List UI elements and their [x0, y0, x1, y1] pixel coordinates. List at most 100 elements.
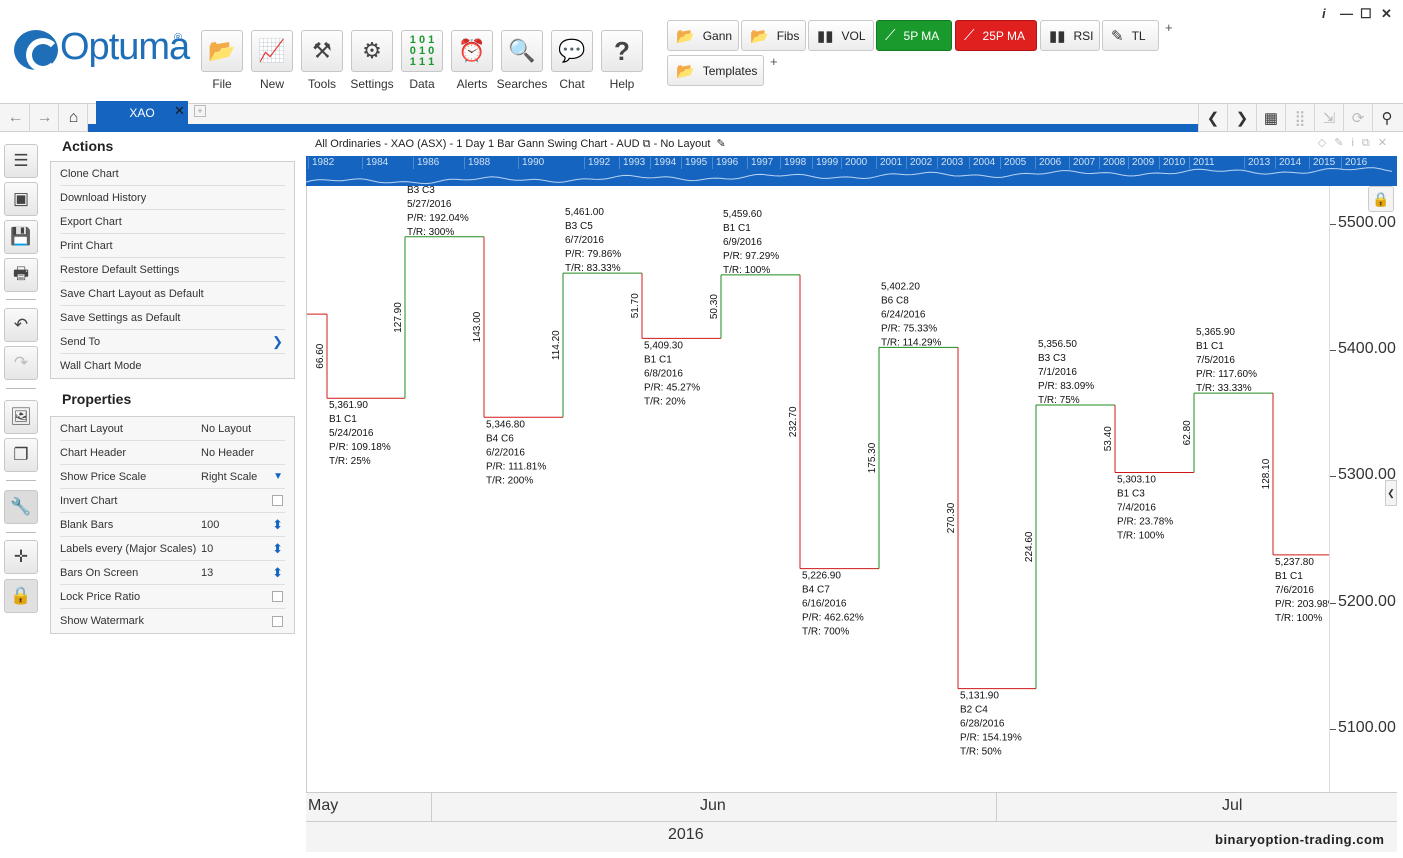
vol-button[interactable]: ▮▮ VOL — [808, 20, 874, 51]
property-row[interactable]: Invert Chart — [60, 489, 285, 513]
property-row[interactable]: Blank Bars 100 ⬍ — [60, 513, 285, 537]
spinner-icon[interactable]: ⬍ — [272, 517, 283, 533]
templates-button[interactable]: 📂 Templates — [667, 55, 764, 86]
gann-label: Gann — [702, 28, 733, 43]
toolbar-help-button[interactable]: ? Help — [600, 30, 644, 91]
tree-list-icon[interactable]: ☰ — [4, 144, 38, 178]
expand-panel-icon[interactable]: ❮ — [1385, 480, 1397, 506]
action-item[interactable]: Export Chart — [60, 210, 285, 234]
time-axis[interactable]: May Jun Jul — [306, 792, 1397, 823]
25p-ma-label: 25P MA — [982, 28, 1025, 43]
property-row[interactable]: Show Watermark — [60, 609, 285, 633]
logo-text: Optuma — [60, 26, 190, 68]
info-icon[interactable]: i — [1322, 6, 1326, 21]
edit-pen-icon[interactable]: ✎ — [716, 138, 725, 150]
swing-annotation: 7/5/2016 — [1196, 355, 1235, 366]
swing-annotation: 6/2/2016 — [486, 447, 525, 458]
refresh-icon[interactable]: ⟳ — [1343, 104, 1372, 132]
toolbar-alerts-button[interactable]: ⏰ Alerts — [450, 30, 494, 91]
move-label: 128.10 — [1261, 458, 1272, 489]
checkbox[interactable] — [272, 495, 283, 506]
chart-manager-icon[interactable]: ▣ — [4, 182, 38, 216]
checkbox[interactable] — [272, 615, 283, 627]
detach-icon[interactable]: ⧉ — [643, 138, 651, 150]
toolbar-data-button[interactable]: 1 0 1 0 1 0 1 1 1 Data — [400, 30, 444, 91]
add-button-icon[interactable]: + — [1165, 20, 1173, 35]
toolbar-settings-button[interactable]: ⚙ Settings — [350, 30, 394, 91]
action-item[interactable]: Restore Default Settings — [60, 258, 285, 282]
toolbar-searches-button[interactable]: 🔍 Searches — [497, 30, 547, 91]
5p-ma-button[interactable]: ⟋ 5P MA — [876, 20, 952, 51]
toolbar-new-button[interactable]: 📈 New — [250, 30, 294, 91]
multi-chart-icon[interactable]: ❐ — [4, 438, 38, 472]
redo-icon[interactable]: ↷ — [4, 346, 38, 380]
price-tick — [1330, 728, 1336, 730]
action-item[interactable]: Save Chart Layout as Default — [60, 282, 285, 306]
month-label: May — [308, 797, 339, 814]
toolbar-file-button[interactable]: 📂 File — [200, 30, 244, 91]
toolbar-tools-button[interactable]: ⚒ Tools — [300, 30, 344, 91]
chart-title: All Ordinaries - XAO (ASX) - 1 Day 1 Bar… — [315, 137, 726, 151]
checkbox[interactable] — [272, 591, 283, 602]
save-icon[interactable]: 💾 — [4, 220, 38, 254]
close-icon[interactable]: ✕ — [1381, 6, 1392, 22]
property-row[interactable]: Chart Layout No Layout — [60, 417, 285, 441]
action-item[interactable]: Download History — [60, 186, 285, 210]
action-item[interactable]: Save Settings as Default — [60, 306, 285, 330]
lock-icon[interactable]: 🔒 — [4, 579, 38, 613]
action-item[interactable]: Send To ❯ — [60, 330, 285, 354]
toolbar-chat-button[interactable]: 💬 Chat — [550, 30, 594, 91]
picture-chart-icon[interactable]: 🖼 — [4, 400, 38, 434]
property-label: Bars On Screen — [60, 566, 139, 579]
property-row[interactable]: Lock Price Ratio — [60, 585, 285, 609]
home-icon[interactable]: ⌂ — [60, 104, 88, 132]
swing-annotation: P/R: 23.78% — [1117, 516, 1173, 527]
tl-button[interactable]: ✎ TL — [1102, 20, 1159, 51]
minimize-icon[interactable]: — — [1340, 6, 1353, 21]
crosshair-icon[interactable]: ✛ — [4, 540, 38, 574]
tools-icon: ⚒ — [301, 30, 343, 72]
25p-ma-button[interactable]: ⟋ 25P MA — [955, 20, 1037, 51]
swing-annotation: 5/27/2016 — [407, 199, 452, 210]
spinner-icon[interactable]: ⬍ — [272, 565, 283, 581]
add-template-icon[interactable]: + — [770, 54, 778, 69]
action-item[interactable]: Clone Chart — [60, 162, 285, 186]
toolbar-label: Searches — [496, 77, 548, 91]
new-tab-icon[interactable]: + — [194, 105, 206, 117]
action-item-label: Wall Chart Mode — [60, 360, 142, 372]
chevron-down-icon[interactable]: ▼ — [273, 471, 283, 482]
property-label: Blank Bars — [60, 518, 114, 531]
tab-close-icon[interactable]: ✕ — [174, 103, 185, 119]
overview-strip[interactable]: 1982 1984 1986 1988 1990 1992 1993 1994 1995 1996… — [306, 156, 1397, 186]
plot-area[interactable]: 66.60 5,361.90 B1 C1 5/24/2016 P/R: 109.18% T… — [306, 171, 1337, 792]
maximize-icon[interactable]: ☐ — [1360, 6, 1372, 22]
lock-scale-icon[interactable]: 🔒 — [1368, 186, 1394, 212]
forward-arrow-icon[interactable]: → — [31, 104, 59, 132]
action-item[interactable]: Print Chart — [60, 234, 285, 258]
layout-icon[interactable]: ▦ — [1256, 104, 1285, 132]
property-row[interactable]: Bars On Screen 13 ⬍ — [60, 561, 285, 585]
property-label: Show Price Scale — [60, 470, 147, 483]
wrench-icon[interactable]: 🔧 — [4, 490, 38, 524]
gann-button[interactable]: 📂 Gann — [667, 20, 739, 51]
scroll-left-icon[interactable]: ❮ — [1198, 104, 1227, 132]
action-item[interactable]: Wall Chart Mode — [60, 354, 285, 378]
property-row[interactable]: Labels every (Major Scales) 10 ⬍ — [60, 537, 285, 561]
chart-window-icons[interactable]: ◇✎i⧉✕ — [1318, 136, 1395, 150]
fibs-button[interactable]: 📂 Fibs — [741, 20, 806, 51]
back-arrow-icon[interactable]: ← — [2, 104, 30, 132]
swing-annotation: 5,459.60 — [723, 209, 762, 220]
swing-annotation: 5,356.50 — [1038, 339, 1077, 350]
rsi-button[interactable]: ▮▮ RSI — [1040, 20, 1100, 51]
scroll-right-icon[interactable]: ❯ — [1227, 104, 1256, 132]
search-icon[interactable]: ⚲ — [1372, 104, 1401, 132]
property-row[interactable]: Show Price Scale Right Scale ▼ — [60, 465, 285, 489]
undo-icon[interactable]: ↶ — [4, 308, 38, 342]
spinner-icon[interactable]: ⬍ — [272, 541, 283, 557]
property-row[interactable]: Chart Header No Header — [60, 441, 285, 465]
action-item-label: Download History — [60, 191, 147, 204]
print-icon[interactable]: 🖶 — [4, 258, 38, 292]
export-icon[interactable]: ⇲ — [1314, 104, 1343, 132]
grid-icon[interactable]: ⣿ — [1285, 104, 1314, 132]
bar-chart-icon: ▮▮ — [817, 27, 834, 45]
